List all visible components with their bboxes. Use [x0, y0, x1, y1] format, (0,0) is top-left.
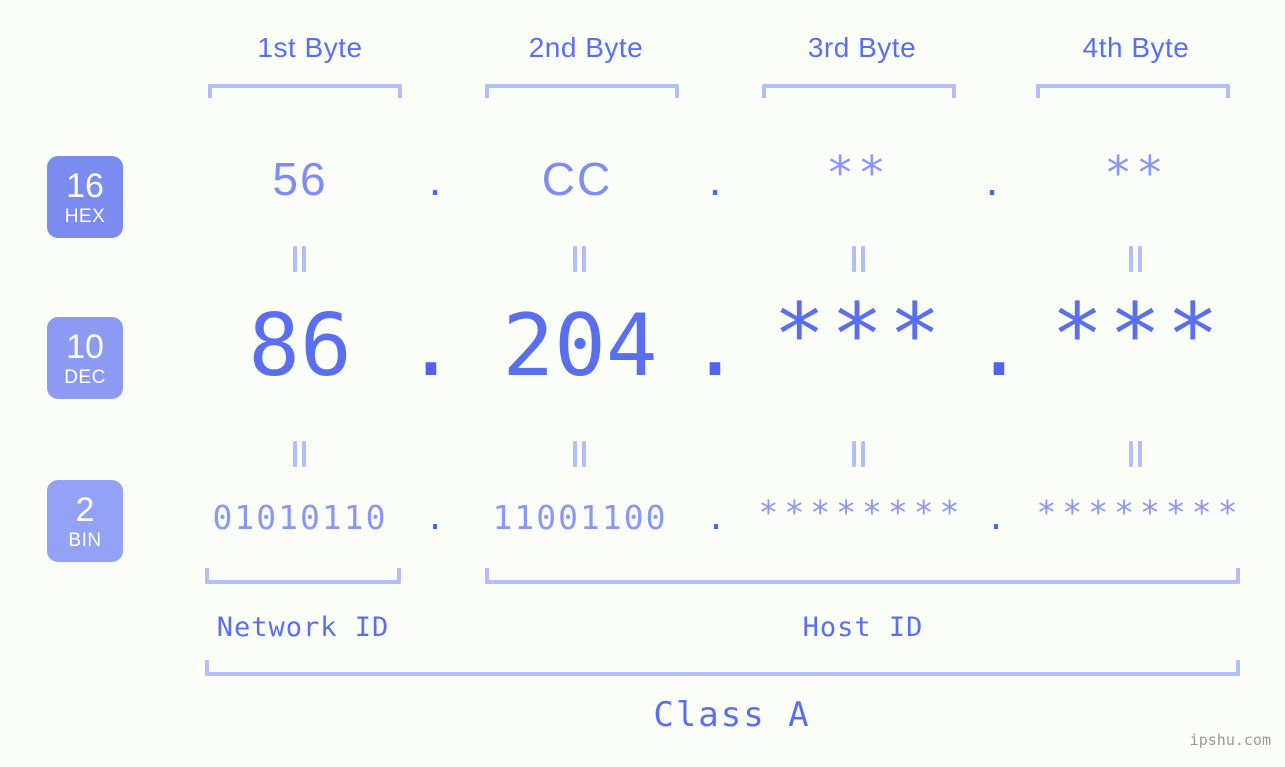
- equals-mark-dec-bin-2: [573, 441, 587, 467]
- byte-header-1: 1st Byte: [257, 32, 363, 63]
- dec-byte-4: ***: [1051, 285, 1225, 385]
- bin-byte-4: ********: [1036, 493, 1244, 532]
- hex-byte-2: CC: [541, 153, 613, 205]
- bin-byte-2: 11001100: [492, 498, 668, 537]
- dec-byte-1: 86: [248, 296, 352, 396]
- bracket-network-id: [205, 568, 401, 584]
- equals-mark-dec-bin-1: [293, 441, 307, 467]
- hex-byte-1: 56: [272, 153, 328, 205]
- bin-byte-3: ********: [758, 493, 966, 532]
- byte-header-4: 4th Byte: [1082, 32, 1190, 63]
- equals-mark-dec-bin-4: [1129, 441, 1143, 467]
- base-badge-dec-label: DEC: [64, 366, 106, 388]
- bracket-top-byte-1: [208, 84, 402, 98]
- network-id-label: Network ID: [216, 612, 390, 643]
- host-id-label: Host ID: [802, 612, 924, 643]
- bracket-top-byte-4: [1036, 84, 1230, 98]
- bracket-host-id: [485, 568, 1240, 584]
- base-badge-bin-label: BIN: [68, 529, 102, 551]
- base-badge-hex: 16 HEX: [47, 156, 123, 238]
- ip-address-breakdown-diagram: 1st Byte 2nd Byte 3rd Byte 4th Byte 16 H…: [0, 0, 1285, 767]
- bracket-class: [205, 660, 1240, 676]
- equals-mark-hex-dec-4: [1129, 246, 1143, 272]
- hex-byte-3: **: [826, 146, 890, 200]
- byte-header-3: 3rd Byte: [807, 32, 917, 63]
- equals-mark-hex-dec-3: [852, 246, 866, 272]
- equals-mark-dec-bin-3: [852, 441, 866, 467]
- bracket-top-byte-3: [762, 84, 956, 98]
- base-badge-dec-number: 10: [66, 327, 104, 366]
- equals-mark-hex-dec-1: [293, 246, 307, 272]
- base-badge-dec: 10 DEC: [47, 317, 123, 399]
- base-badge-hex-number: 16: [66, 166, 104, 205]
- bin-byte-1: 01010110: [212, 498, 388, 537]
- dec-byte-2: 204: [502, 296, 658, 396]
- equals-mark-hex-dec-2: [573, 246, 587, 272]
- base-badge-bin: 2 BIN: [47, 480, 123, 562]
- class-label: Class A: [653, 695, 811, 735]
- dec-byte-3: ***: [773, 285, 947, 385]
- watermark: ipshu.com: [1189, 731, 1271, 749]
- base-badge-bin-number: 2: [75, 490, 95, 529]
- base-badge-hex-label: HEX: [64, 205, 106, 227]
- byte-header-2: 2nd Byte: [528, 32, 644, 63]
- bracket-top-byte-2: [485, 84, 679, 98]
- hex-byte-4: **: [1104, 146, 1168, 200]
